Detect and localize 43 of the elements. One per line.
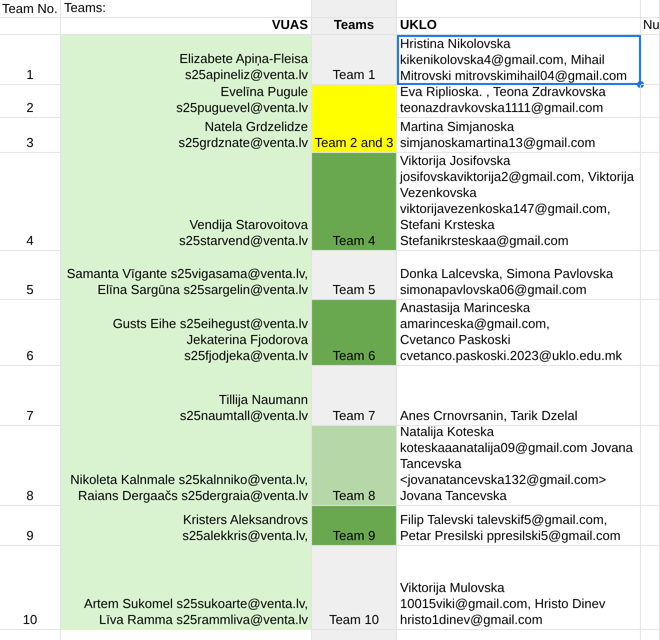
- student-cell: Natela Grdzelidze s25grdznate@venta.lv: [61, 118, 312, 153]
- empty-cell: [641, 0, 660, 18]
- team-cell: Team 10: [312, 546, 397, 630]
- empty-cell: [641, 35, 660, 85]
- student-cell: Gusts Eihe s25eihegust@venta.lv Jekaterina Fjodorova s25fjodjeka@venta.lv: [61, 300, 312, 366]
- empty-cell: [641, 118, 660, 153]
- sheet-title: Teams:: [61, 0, 312, 18]
- student-cell: Elizabete Apiņa-Fleisa s25apineliz@venta.lv: [61, 35, 312, 85]
- student-cell[interactable]: Eva Riplioska. , Teona Zdravkovska teonazdravkovska1111@gmail.com: [397, 85, 641, 118]
- student-cell[interactable]: Martina Simjanoska simjanoskamartina13@gmail.com: [397, 118, 641, 153]
- column-header: Nu: [641, 18, 660, 35]
- student-cell[interactable]: Donka Lalcevska, Simona Pavlovska simonapavlovska06@gmail.com: [397, 251, 641, 300]
- student-cell: Nikoleta Kalnmale s25kalnniko@venta.lv, Raians Dergaačs s25dergraia@venta.lv: [61, 426, 312, 506]
- student-cell[interactable]: Anes Crnovrsanin, Tarik Dzelal: [397, 366, 641, 426]
- team-cell: Team 4: [312, 153, 397, 251]
- student-cell[interactable]: Viktorija Josifovska josifovskaviktorija2@gmail.com, Viktorija Vezenkovska viktorijavezenkoska147@gmail.com, Stefani Krsteska Stefanikrsteskaa@gmail.com: [397, 153, 641, 251]
- column-header: Teams: [312, 18, 397, 35]
- student-cell[interactable]: Filip Talevski talevskif5@gmail.com, Petar Presilski ppresilski5@gmail.com: [397, 506, 641, 546]
- team-cell: Team 5: [312, 251, 397, 300]
- empty-cell: [641, 251, 660, 300]
- team-cell: Team 6: [312, 300, 397, 366]
- student-cell: Kristers Aleksandrovs s25alekkris@venta.lv,: [61, 506, 312, 546]
- student-cell: Vendija Starovoitova s25starvend@venta.lv: [61, 153, 312, 251]
- student-cell: Evelīna Pugule s25puguevel@venta.lv: [61, 85, 312, 118]
- student-cell: Tillija Naumann s25naumtall@venta.lv: [61, 366, 312, 426]
- team-cell: Team 9: [312, 506, 397, 546]
- student-cell[interactable]: Natalija Koteska koteskaaanatalija09@gmail.com Jovana Tancevska <jovanatancevska132@gmail.com> Jovana Tancevska: [397, 426, 641, 506]
- student-cell[interactable]: Hristina Nikolovska kikenikolovska4@gmail.com, Mihail Mitrovski mitrovskimihail04@gmail.com: [397, 35, 641, 85]
- empty-cell: [0, 18, 61, 35]
- column-title: Team No.: [0, 0, 61, 18]
- empty-cell: [641, 366, 660, 426]
- team-cell: Team 7: [312, 366, 397, 426]
- column-header: UKLO: [397, 18, 641, 35]
- empty-cell: [641, 300, 660, 366]
- empty-cell: [641, 506, 660, 546]
- team-cell: Team 8: [312, 426, 397, 506]
- student-cell[interactable]: Viktorija Mulovska 10015viki@gmail.com, Hristo Dinev hristo1dinev@gmail.com: [397, 546, 641, 630]
- student-cell: Samanta Vīgante s25vigasama@venta.lv, Elīna Sargūna s25sargelin@venta.lv: [61, 251, 312, 300]
- team-cell: Team 1: [312, 35, 397, 85]
- team-cell: Team 2 and 3: [312, 85, 397, 153]
- student-cell: Artem Sukomel s25sukoarte@venta.lv, Līva Ramma s25rammliva@venta.lv: [61, 546, 312, 630]
- student-cell[interactable]: Anastasija Marinceska amarinceska@gmail.com, Cvetanco Paskoski cvetanco.paskoski.2023@uklo.edu.mk: [397, 300, 641, 366]
- empty-cell: [641, 85, 660, 118]
